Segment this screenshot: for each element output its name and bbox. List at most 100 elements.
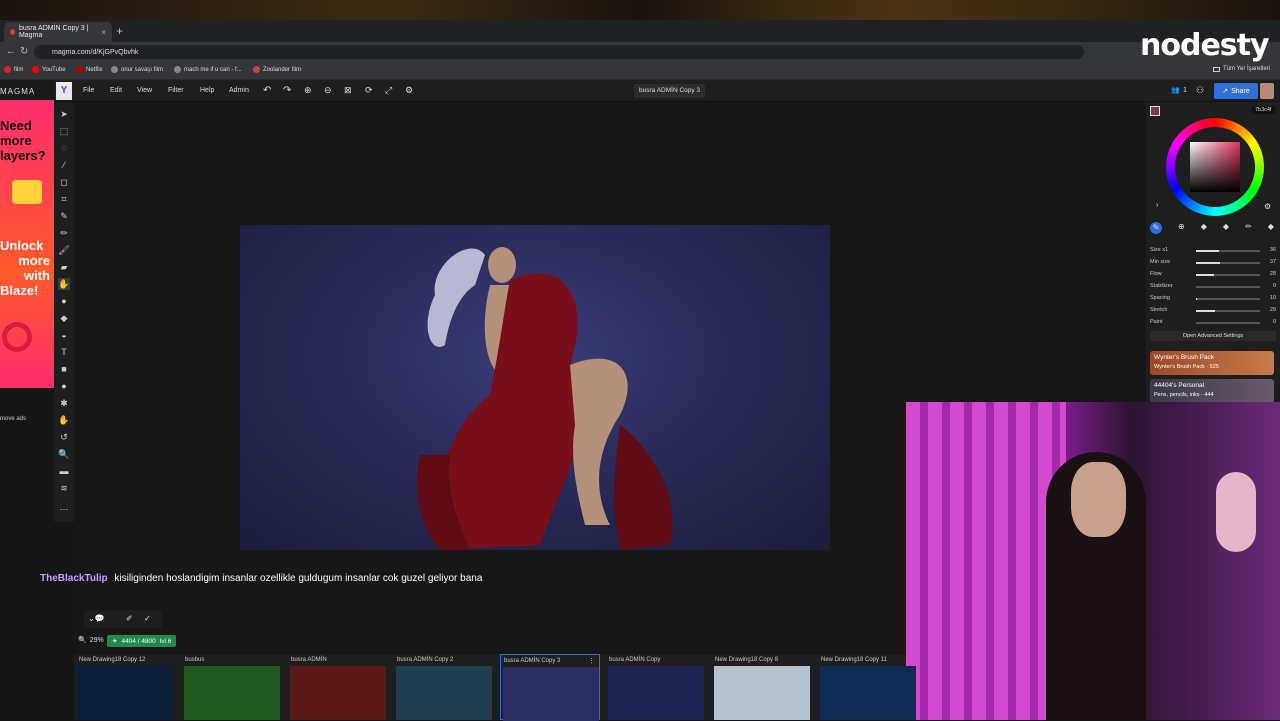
bookmark-item[interactable]: Zoolander film xyxy=(253,66,301,73)
brush-pack-card[interactable]: 44404's Personal Pens, pencils, inks · 4… xyxy=(1150,379,1274,403)
smudge-tool-icon[interactable]: ✋ xyxy=(58,278,70,290)
brush-preset-icon[interactable]: ◆ xyxy=(1268,222,1274,236)
setting-slider[interactable] xyxy=(1196,322,1260,324)
back-icon[interactable]: ← xyxy=(6,46,16,57)
rotate-icon[interactable]: ⟳ xyxy=(365,85,373,96)
menu-filter[interactable]: Filter xyxy=(168,87,184,94)
more-tools-icon[interactable]: ⋯ xyxy=(58,503,70,515)
menu-view[interactable]: View xyxy=(137,87,152,94)
fullscreen-icon[interactable]: ⤢ xyxy=(385,85,392,96)
brush-preset-icon[interactable]: ◆ xyxy=(1223,222,1229,236)
comment-icon[interactable]: ▬ xyxy=(58,465,70,477)
add-user-icon[interactable]: ⚇ xyxy=(1196,85,1204,96)
brush-setting-stabilizer[interactable]: Stabilizer 0 xyxy=(1150,281,1276,291)
brush-preset-icon[interactable]: ◆ xyxy=(1201,222,1207,236)
zoom-out-icon[interactable]: ⊖ xyxy=(324,85,332,96)
check-icon[interactable]: ✓ xyxy=(144,614,151,623)
primary-color-swatch[interactable] xyxy=(1150,106,1160,116)
color-wheel[interactable] xyxy=(1166,118,1264,216)
menu-admin[interactable]: Admin xyxy=(229,87,249,94)
tab-close-icon[interactable]: × xyxy=(101,28,106,37)
eyedropper-icon[interactable]: ✎ xyxy=(58,210,70,222)
setting-slider[interactable] xyxy=(1196,298,1260,300)
zoom-indicator[interactable]: 🔍 29% xyxy=(78,636,104,645)
pencil-icon[interactable]: ✏ xyxy=(58,227,70,239)
drawing-thumbnail[interactable]: busra ADMİN Copy xyxy=(606,654,706,720)
open-advanced-settings-button[interactable]: Open Advanced Settings xyxy=(1150,331,1276,341)
browser-tab[interactable]: busra ADMİN Copy 3 | Magma × xyxy=(4,22,112,42)
drawing-thumbnail-active[interactable]: busra ADMİN Copy 3 ⋮ xyxy=(500,654,600,721)
menu-edit[interactable]: Edit xyxy=(110,87,122,94)
storage-badge[interactable]: ✦ 4404 / 4800 lvl 6 xyxy=(107,635,177,647)
bookmark-item[interactable]: onur savaşı film xyxy=(111,66,163,73)
drawing-thumbnail[interactable]: busra ADMİN Copy 2 xyxy=(394,654,494,720)
brush-setting-size[interactable]: Size x1 36 xyxy=(1150,245,1276,255)
zoom-tool-icon[interactable]: 🔍 xyxy=(58,448,70,460)
setting-slider[interactable] xyxy=(1196,274,1260,276)
setting-slider[interactable] xyxy=(1196,286,1260,288)
brush-preset-icon[interactable]: ✏ xyxy=(1245,222,1252,236)
drawing-thumbnail[interactable]: New Drawing18 Copy 12 xyxy=(76,654,176,720)
setting-slider[interactable] xyxy=(1196,310,1260,312)
avatar[interactable] xyxy=(1260,83,1274,99)
brush-setting-stretch[interactable]: Stretch 29 xyxy=(1150,305,1276,315)
move-tool-icon[interactable]: ➤ xyxy=(58,108,70,120)
expand-arrow-icon[interactable]: › xyxy=(1156,202,1158,209)
share-button[interactable]: ↗ Share xyxy=(1214,83,1258,99)
brush-setting-flow[interactable]: Flow 28 xyxy=(1150,269,1276,279)
rectangle-shape-icon[interactable]: ■ xyxy=(58,363,70,375)
bookmark-item[interactable]: mach me if u can - f... xyxy=(174,66,242,73)
crop-icon[interactable]: ⌗ xyxy=(58,193,70,205)
undo-icon[interactable]: ↶ xyxy=(263,85,271,96)
chat-toggle-icon[interactable]: ⌄💬 xyxy=(88,614,105,623)
drawing-thumbnail[interactable]: New Drawing18 Copy 8 xyxy=(712,654,812,720)
all-bookmarks[interactable]: Tüm Yer İşaretleri xyxy=(1213,66,1270,72)
drawing-thumbnail[interactable]: busbus xyxy=(182,654,282,720)
brush-setting-paint[interactable]: Paint 0 xyxy=(1150,317,1276,327)
rect-select-icon[interactable]: ⬚ xyxy=(58,125,70,137)
brush-preset-icon[interactable]: ✎ xyxy=(1150,222,1162,234)
bookmark-item[interactable]: Netflix xyxy=(76,66,103,73)
reload-icon[interactable]: ↻ xyxy=(20,46,28,57)
layers-panel-icon[interactable]: ≋ xyxy=(58,482,70,494)
brush-setting-min-size[interactable]: Min size 37 xyxy=(1150,257,1276,267)
gradient-icon[interactable]: ◒ xyxy=(58,329,70,341)
brush-setting-spacing[interactable]: Spacing 10 xyxy=(1150,293,1276,303)
app-logo-icon[interactable]: Y xyxy=(56,82,72,100)
setting-slider[interactable] xyxy=(1196,250,1260,252)
rotate-view-icon[interactable]: ↺ xyxy=(58,431,70,443)
eraser-icon[interactable]: ▰ xyxy=(58,261,70,273)
bookmark-item[interactable]: YouTube xyxy=(32,66,66,73)
brush-pack-card[interactable]: Wynter's Brush Pack Wynter's Brush Pack … xyxy=(1150,351,1274,375)
color-settings-icon[interactable]: ⚙ xyxy=(1264,202,1271,211)
bookmark-item[interactable]: film xyxy=(4,66,23,73)
new-tab-button[interactable]: + xyxy=(116,24,123,38)
stamp-icon[interactable]: ✱ xyxy=(58,397,70,409)
drawing-thumbnail[interactable]: busra ADMİN xyxy=(288,654,388,720)
setting-slider[interactable] xyxy=(1196,262,1260,264)
transform-icon[interactable]: ◻ xyxy=(58,176,70,188)
url-field[interactable]: magma.com/d/KjGPvQbvhk xyxy=(34,45,1084,59)
redo-icon[interactable]: ↷ xyxy=(283,85,291,96)
drawing-canvas[interactable] xyxy=(240,225,830,550)
fill-bucket-icon[interactable]: ◆ xyxy=(58,312,70,324)
text-tool-icon[interactable]: T xyxy=(58,346,70,358)
eyedropper-quick-icon[interactable]: ✐ xyxy=(126,614,133,623)
hand-tool-icon[interactable]: ✋ xyxy=(58,414,70,426)
remove-ads-link[interactable]: move ads xyxy=(0,404,26,422)
saturation-box[interactable] xyxy=(1190,142,1240,192)
blur-icon[interactable]: ● xyxy=(58,295,70,307)
lasso-select-icon[interactable]: ◌ xyxy=(58,142,70,154)
menu-help[interactable]: Help xyxy=(200,87,214,94)
drawing-thumbnail[interactable]: New Drawing18 Copy 11 xyxy=(818,654,918,720)
document-title[interactable]: busra ADMİN Copy 3 xyxy=(634,84,706,98)
thumbnail-menu-icon[interactable]: ⋮ xyxy=(588,657,595,665)
brush-preset-icon[interactable]: ⊕ xyxy=(1178,222,1185,236)
fit-icon[interactable]: ⊠ xyxy=(344,85,352,96)
settings-icon[interactable]: ⚙ xyxy=(405,85,413,96)
ellipse-shape-icon[interactable]: ● xyxy=(58,380,70,392)
zoom-in-icon[interactable]: ⊕ xyxy=(304,85,312,96)
menu-file[interactable]: File xyxy=(83,87,94,94)
users-icon[interactable]: 👥 xyxy=(1171,86,1180,94)
brush-icon[interactable]: 🖌 xyxy=(58,244,70,256)
